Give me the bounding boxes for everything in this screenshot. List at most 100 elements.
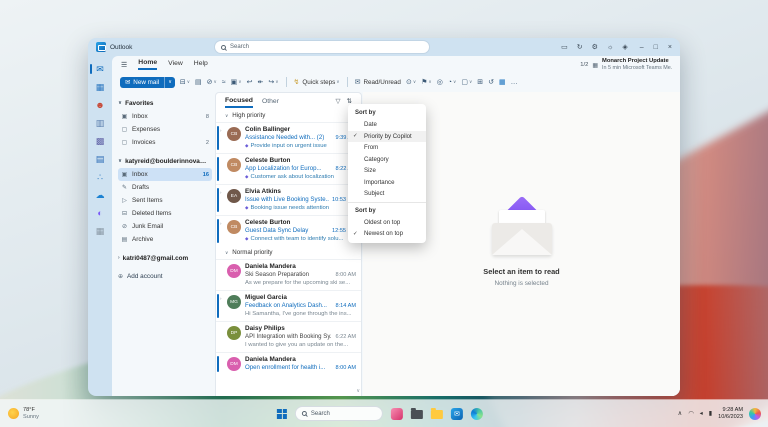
org-browser-icon[interactable]: ∴ [88, 172, 112, 182]
new-mail-chevron-icon[interactable]: ∨ [164, 77, 175, 88]
battery-icon[interactable]: ▮ [709, 410, 712, 417]
favorites-header[interactable]: ∨ Favorites [118, 96, 212, 110]
report-button[interactable]: ⊘∨ [207, 78, 217, 86]
secondary-account-header[interactable]: › katri0487@gmail.com [118, 251, 212, 265]
loop-icon[interactable]: ◐ [88, 208, 112, 218]
categorize-button[interactable]: ⊙∨ [406, 78, 416, 86]
pinned-app-icon[interactable] [411, 410, 423, 419]
email-row[interactable]: › MG Miguel Garcia Feedback on Analytics… [216, 290, 361, 321]
email-row[interactable]: › CB Celeste Burton Guest Data Sync Dela… [216, 215, 361, 246]
more-apps-icon[interactable]: ▦ [88, 226, 112, 236]
maximize-button[interactable]: □ [654, 44, 658, 51]
toolbar-overflow-button[interactable]: … [511, 79, 518, 86]
teams-icon[interactable]: ▩ [88, 136, 112, 146]
menu-item-from[interactable]: From [348, 142, 426, 154]
close-button[interactable]: × [668, 44, 672, 51]
expander-icon[interactable]: › [220, 221, 222, 226]
menu-item-subject[interactable]: Subject [348, 188, 426, 200]
pin-button[interactable]: ◎ [437, 78, 443, 86]
tab-home[interactable]: Home [138, 59, 157, 70]
weather-widget[interactable]: 78°F Sunny [8, 400, 39, 427]
group-header-normal-priority[interactable]: ∨ Normal priority [216, 246, 361, 259]
settings-gear-icon[interactable]: ⚙ [592, 43, 598, 51]
menu-item-importance[interactable]: Importance [348, 177, 426, 189]
tab-focused[interactable]: Focused [225, 95, 253, 108]
quick-steps-button[interactable]: ↯Quick steps∨ [294, 78, 340, 86]
expander-icon[interactable]: › [220, 190, 222, 195]
group-header-high-priority[interactable]: ∨ High priority [216, 109, 361, 122]
calendar-icon[interactable]: ▦ [88, 82, 112, 92]
minimize-button[interactable]: – [640, 44, 644, 51]
menu-item-category[interactable]: Category [348, 154, 426, 166]
email-row[interactable]: DP Daisy Philips API Integration with Bo… [216, 321, 361, 352]
feedback-icon[interactable]: ▭ [561, 43, 568, 51]
file-explorer-icon[interactable] [431, 410, 443, 419]
move-to-button[interactable]: ▣∨ [231, 78, 242, 86]
menu-item-oldest-on-top[interactable]: Oldest on top [348, 217, 426, 229]
onedrive-icon[interactable]: ☁ [88, 190, 112, 200]
new-mail-button[interactable]: ✉ New mail ∨ [120, 77, 175, 88]
flag-button[interactable]: ⚑∨ [421, 78, 432, 86]
tab-help[interactable]: Help [194, 60, 208, 69]
copilot-taskbar-icon[interactable] [749, 408, 761, 420]
photos-app-icon[interactable] [391, 408, 403, 420]
archive-button[interactable]: ▤ [195, 78, 202, 86]
wifi-icon[interactable]: ◠ [688, 410, 693, 417]
folder-item-inbox[interactable]: ▣ Inbox 16 [118, 168, 212, 181]
premium-diamond-icon[interactable]: ◈ [622, 43, 627, 51]
clock[interactable]: 9:28 AM 10/6/2023 [718, 407, 743, 420]
forward-button[interactable]: ↪∨ [268, 78, 278, 86]
hamburger-icon[interactable]: ☰ [121, 61, 127, 69]
menu-item-newest-on-top[interactable]: ✓ Newest on top [348, 228, 426, 240]
sweep-button[interactable]: ≈ [222, 79, 226, 86]
taskbar-search-input[interactable]: Search [295, 406, 383, 421]
folder-item-sent[interactable]: ▷ Sent Items [118, 194, 212, 207]
mail-icon[interactable]: ✉ [88, 64, 112, 74]
reply-button[interactable]: ↩ [247, 78, 253, 86]
filter-icon[interactable]: ▽ [336, 97, 341, 105]
outlook-taskbar-icon[interactable]: ✉ [451, 408, 463, 420]
tab-other[interactable]: Other [262, 98, 279, 105]
word-icon[interactable]: ▤ [88, 154, 112, 164]
folder-item-drafts[interactable]: ✎ Drafts [118, 181, 212, 194]
email-row[interactable]: › EA Elvia Atkins Issue with Live Bookin… [216, 184, 361, 215]
print-button[interactable]: ⊞ [477, 78, 483, 86]
email-row[interactable]: DM Daniela Mandera Ski Season Preparatio… [216, 259, 361, 290]
sync-icon[interactable]: ↻ [577, 43, 583, 51]
undo-button[interactable]: ↺ [488, 78, 494, 86]
add-account-button[interactable]: ⊕ Add account [118, 269, 212, 283]
delete-button[interactable]: ⊟∨ [180, 78, 190, 86]
chevron-down-icon: ∨ [238, 79, 241, 85]
tab-view[interactable]: View [168, 60, 183, 69]
reply-all-button[interactable]: ↞ [257, 78, 263, 86]
expander-icon[interactable]: › [220, 296, 222, 301]
edge-browser-icon[interactable] [471, 408, 483, 420]
start-button[interactable] [277, 409, 287, 419]
browse-groups-button[interactable]: ▦ [499, 78, 506, 86]
volume-icon[interactable]: ◂ [700, 410, 703, 417]
people-icon[interactable]: ☻ [88, 100, 112, 110]
folder-item-expenses[interactable]: ▢ Expenses [118, 123, 212, 136]
folder-item-junk[interactable]: ⊘ Junk Email [118, 220, 212, 233]
tips-lightbulb-icon[interactable]: ☼ [607, 44, 613, 51]
menu-item-date[interactable]: Date [348, 119, 426, 131]
tray-chevron-up-icon[interactable]: ∧ [678, 410, 683, 417]
primary-account-header[interactable]: ∨ katyreid@boulderinnova… [118, 154, 212, 168]
email-row[interactable]: CB Celeste Burton App Localization for E… [216, 153, 361, 184]
email-row[interactable]: DM Daniela Mandera Open enrollment for h… [216, 352, 361, 375]
snooze-button[interactable]: ◔∨ [448, 79, 457, 86]
folder-item-archive[interactable]: ▤ Archive [118, 233, 212, 246]
folder-item-inbox-favorite[interactable]: ▣ Inbox 8 [118, 110, 212, 123]
email-row[interactable]: › CB Colin Ballinger Assistance Needed w… [216, 122, 361, 153]
groups-icon[interactable]: ▥ [88, 118, 112, 128]
menu-item-size[interactable]: Size [348, 165, 426, 177]
folder-button[interactable]: ▢∨ [461, 78, 472, 86]
folder-item-invoices[interactable]: ▢ Invoices 2 [118, 136, 212, 149]
expander-icon[interactable]: › [220, 128, 222, 133]
search-input[interactable]: Search [215, 41, 429, 53]
menu-item-priority-by-copilot[interactable]: ✓ Priority by Copilot [348, 131, 426, 143]
reminder-notification[interactable]: 1/2 ▦ Monarch Project Update In 5 min Mi… [580, 58, 672, 72]
read-unread-button[interactable]: ✉Read/Unread [355, 78, 401, 86]
folder-item-deleted[interactable]: ⊟ Deleted Items [118, 207, 212, 220]
scroll-down-arrow[interactable]: ∨ [356, 388, 360, 394]
